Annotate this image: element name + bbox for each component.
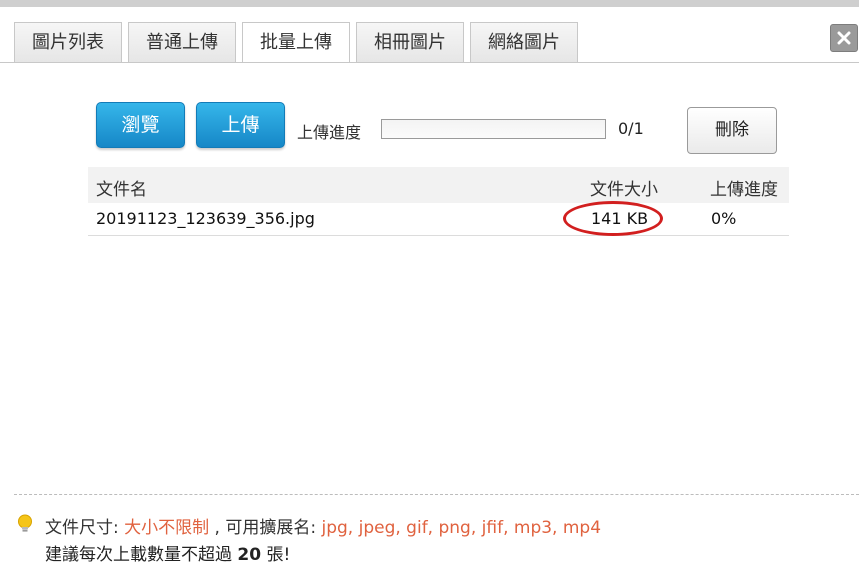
progress-bar [381,119,606,139]
header-file-size: 文件大小 [590,180,658,200]
extensions-label: , 可用擴展名: [214,518,317,538]
tab-batch-upload[interactable]: 批量上傳 [242,22,350,63]
size-label: 文件尺寸: [45,518,119,538]
file-progress-cell: 0% [711,209,737,228]
header-upload-progress: 上傳進度 [710,180,778,200]
progress-label: 上傳進度 [297,123,362,142]
tab-album-images[interactable]: 相冊圖片 [356,22,464,62]
browse-button[interactable]: 瀏覽 [96,102,185,148]
file-size-info: 文件尺寸: 大小不限制 , 可用擴展名: jpg, jpeg, gif, png… [45,513,601,538]
size-value: 大小不限制 [124,518,210,538]
file-table-header: 文件名 文件大小 上傳進度 [88,167,789,203]
close-icon [837,31,851,45]
tab-normal-upload[interactable]: 普通上傳 [128,22,236,62]
top-border [0,0,859,7]
suggestion-text: 建議每次上載數量不超過 [45,545,232,563]
tab-web-images[interactable]: 網絡圖片 [470,22,578,62]
tab-divider [0,62,859,63]
progress-count: 0/1 [618,119,644,138]
header-file-name: 文件名 [96,180,147,200]
file-name-cell: 20191123_123639_356.jpg [96,209,315,228]
suggestion-number: 20 [237,545,262,563]
tab-bar: 圖片列表 普通上傳 批量上傳 相冊圖片 網絡圖片 [14,22,584,63]
size-highlight-ellipse [563,201,663,236]
delete-button[interactable]: 刪除 [687,107,777,154]
lightbulb-icon [18,514,32,532]
suggestion-unit: 張! [266,545,291,563]
upload-suggestion: 建議每次上載數量不超過 20 張! [45,540,290,563]
dashed-divider [14,494,859,495]
close-button[interactable] [830,24,858,52]
upload-button[interactable]: 上傳 [196,102,285,148]
extensions-value: jpg, jpeg, gif, png, jfif, mp3, mp4 [321,518,602,538]
tab-image-list[interactable]: 圖片列表 [14,22,122,62]
table-row[interactable]: 20191123_123639_356.jpg 141 KB 0% [88,203,789,236]
